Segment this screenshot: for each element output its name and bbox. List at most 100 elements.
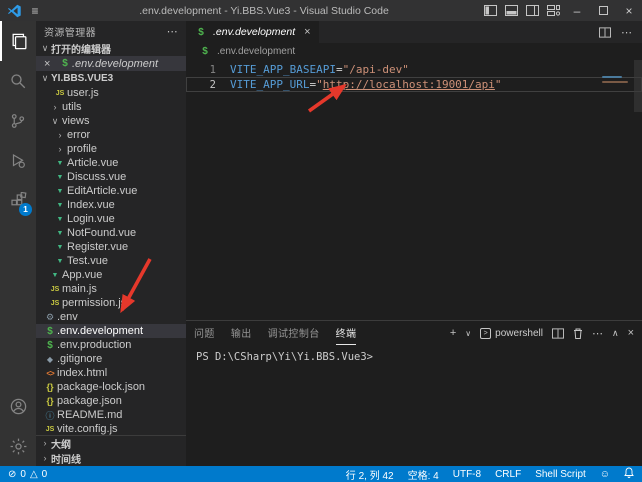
file-label: error — [67, 129, 90, 141]
extensions-icon[interactable]: 1 — [0, 181, 36, 221]
tree-item-package-lock-json[interactable]: {}package-lock.json — [36, 380, 186, 394]
source-control-icon[interactable] — [0, 101, 36, 141]
explorer-icon[interactable] — [0, 21, 36, 61]
tree-item-vite-config-js[interactable]: JSvite.config.js — [36, 422, 186, 435]
timeline-section[interactable]: › 时间线 — [36, 451, 186, 466]
close-window-icon[interactable]: × — [616, 0, 642, 21]
notifications-bell-icon[interactable] — [624, 467, 634, 481]
error-icon: ⊘ — [8, 469, 16, 480]
file-label: views — [62, 115, 90, 127]
sidebar-more-icon[interactable]: ⋯ — [167, 25, 178, 38]
file-label: index.html — [57, 367, 107, 379]
tree-item-user-js[interactable]: JSuser.js — [36, 86, 186, 100]
tree-item-app-vue[interactable]: ▼App.vue — [36, 268, 186, 282]
outline-section[interactable]: › 大纲 — [36, 436, 186, 451]
minimap[interactable] — [600, 60, 634, 320]
panel-tab-terminal-active[interactable]: 终端 — [336, 321, 357, 345]
search-icon[interactable] — [0, 61, 36, 101]
maximize-panel-icon[interactable]: ∧ — [612, 328, 619, 339]
tree-item-error[interactable]: ›error — [36, 128, 186, 142]
account-icon[interactable] — [0, 386, 36, 426]
tree-item-readme-md[interactable]: ⓘREADME.md — [36, 408, 186, 422]
panel-more-icon[interactable]: ⋯ — [592, 327, 603, 340]
editor-more-icon[interactable]: ⋯ — [621, 26, 632, 39]
powershell-icon: > — [480, 328, 491, 339]
kill-terminal-icon[interactable] — [573, 328, 583, 339]
status-item[interactable]: CRLF — [495, 469, 521, 480]
customize-layout-icon[interactable] — [543, 0, 564, 21]
minimize-icon[interactable]: – — [564, 0, 590, 21]
file-label: EditArticle.vue — [67, 185, 137, 197]
folder-c-icon: › — [48, 102, 62, 112]
status-item[interactable]: Shell Script — [535, 469, 586, 480]
info-icon: ⓘ — [43, 409, 57, 422]
toggle-panel-icon[interactable] — [501, 0, 522, 21]
file-label: Test.vue — [67, 255, 108, 267]
tree-item-register-vue[interactable]: ▼Register.vue — [36, 240, 186, 254]
toggle-secondary-sidebar-icon[interactable] — [522, 0, 543, 21]
terminal-dropdown-icon[interactable]: ∨ — [465, 329, 471, 338]
file-label: vite.config.js — [57, 423, 118, 435]
tree-item-package-json[interactable]: {}package.json — [36, 394, 186, 408]
tree-item-main-js[interactable]: JSmain.js — [36, 282, 186, 296]
tree-item-article-vue[interactable]: ▼Article.vue — [36, 156, 186, 170]
problems-status[interactable]: ⊘ 0 △ 0 — [8, 469, 47, 480]
settings-gear-icon[interactable] — [0, 426, 36, 466]
code-editor[interactable]: 1VITE_APP_BASEAPI="/api-dev"2VITE_APP_UR… — [186, 60, 642, 320]
status-item[interactable]: 行 2, 列 42 — [346, 467, 394, 482]
file-label: package.json — [57, 395, 122, 407]
tree-item-utils[interactable]: ›utils — [36, 100, 186, 114]
tree-item-profile[interactable]: ›profile — [36, 142, 186, 156]
vscode-logo — [7, 4, 22, 18]
url-link[interactable]: http://localhost:19001/api — [323, 78, 495, 91]
line-number: 1 — [186, 64, 216, 76]
file-label: user.js — [67, 87, 99, 99]
project-section[interactable]: ∨ YI.BBS.VUE3 — [36, 71, 186, 86]
panel-tab-item[interactable]: 问题 — [194, 321, 215, 345]
titlebar: ≡ .env.development - Yi.BBS.Vue3 - Visua… — [0, 0, 642, 21]
editor-scrollbar[interactable] — [634, 60, 642, 112]
code-line-2[interactable]: 2VITE_APP_URL="http://localhost:19001/ap… — [186, 77, 642, 92]
open-editors-section[interactable]: ∨ 打开的编辑器 — [36, 41, 186, 56]
status-item[interactable]: 空格: 4 — [408, 467, 439, 482]
toggle-sidebar-icon[interactable] — [480, 0, 501, 21]
feedback-icon[interactable]: ☺ — [600, 469, 610, 480]
menu-icon[interactable]: ≡ — [22, 4, 48, 18]
tree-item-test-vue[interactable]: ▼Test.vue — [36, 254, 186, 268]
terminal-output[interactable]: PS D:\CSharp\Yi\Yi.BBS.Vue3> — [186, 345, 642, 466]
tree-item-env-development[interactable]: $.env.development — [36, 324, 186, 338]
tree-item-login-vue[interactable]: ▼Login.vue — [36, 212, 186, 226]
panel-tabs: 问题输出调试控制台终端 — [194, 321, 372, 345]
code-line-1[interactable]: 1VITE_APP_BASEAPI="/api-dev" — [186, 62, 642, 77]
split-terminal-icon[interactable] — [552, 328, 564, 339]
tree-item-discuss-vue[interactable]: ▼Discuss.vue — [36, 170, 186, 184]
close-panel-icon[interactable]: × — [628, 327, 634, 339]
terminal-profile[interactable]: > powershell — [480, 328, 543, 339]
panel-tab-item[interactable]: 调试控制台 — [268, 321, 320, 345]
maximize-icon[interactable] — [590, 0, 616, 21]
tree-item-permission-js[interactable]: JSpermission.js — [36, 296, 186, 310]
tree-item-views[interactable]: ∨views — [36, 114, 186, 128]
vue-icon: ▼ — [53, 258, 67, 265]
tree-item-env-production[interactable]: $.env.production — [36, 338, 186, 352]
tab-env-development[interactable]: $ .env.development × — [186, 21, 319, 43]
code-token: "/api-dev" — [343, 63, 409, 76]
close-editor-icon[interactable]: × — [44, 58, 58, 70]
tree-item-gitignore[interactable]: ◆.gitignore — [36, 352, 186, 366]
tree-item-index-html[interactable]: <>index.html — [36, 366, 186, 380]
js-icon: JS — [48, 286, 62, 293]
new-terminal-icon[interactable]: + — [450, 327, 456, 339]
run-debug-icon[interactable] — [0, 141, 36, 181]
tree-item-index-vue[interactable]: ▼Index.vue — [36, 198, 186, 212]
git-icon: ◆ — [43, 355, 57, 364]
close-tab-icon[interactable]: × — [304, 26, 310, 38]
file-label: permission.js — [62, 297, 126, 309]
status-item[interactable]: UTF-8 — [453, 469, 481, 480]
tree-item-notfound-vue[interactable]: ▼NotFound.vue — [36, 226, 186, 240]
split-editor-icon[interactable] — [599, 27, 611, 38]
breadcrumb[interactable]: $ .env.development — [186, 43, 642, 60]
panel-tab-item[interactable]: 输出 — [231, 321, 252, 345]
tree-item-editarticle-vue[interactable]: ▼EditArticle.vue — [36, 184, 186, 198]
tree-item-env[interactable]: ⚙.env — [36, 310, 186, 324]
open-editor-item[interactable]: × $ .env.development — [36, 56, 186, 71]
